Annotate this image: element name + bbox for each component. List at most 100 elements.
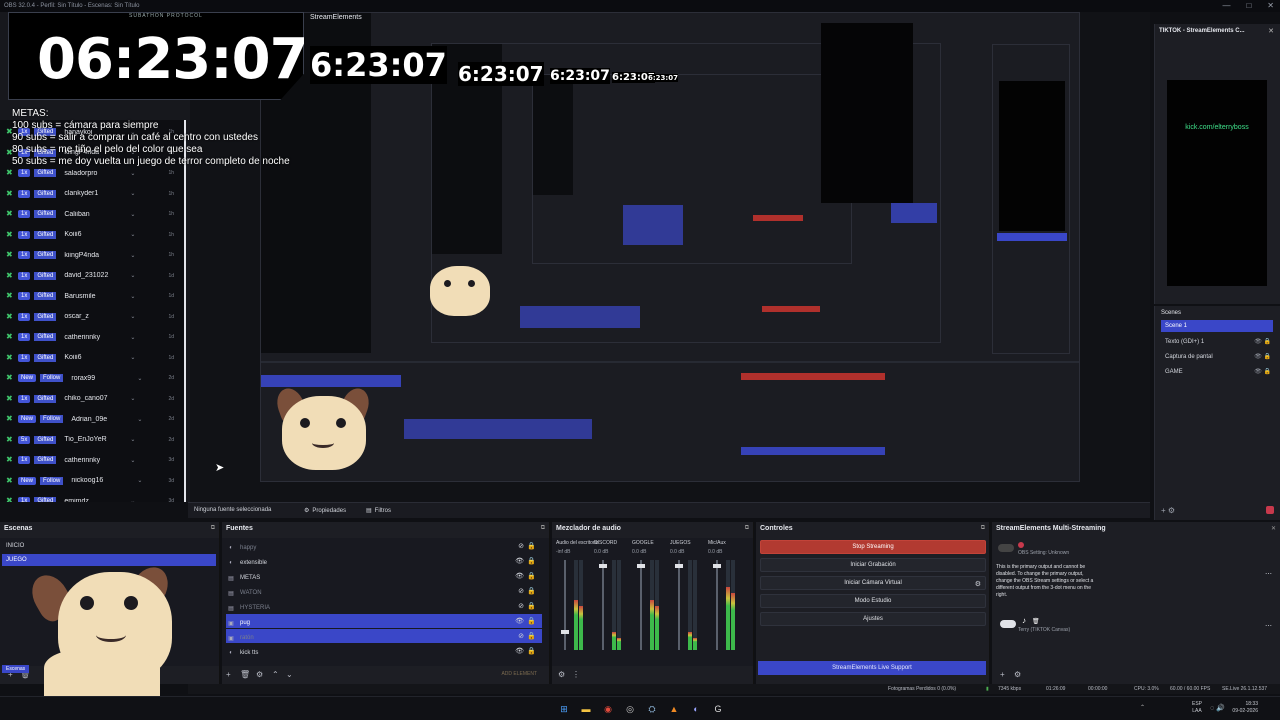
discord-icon[interactable]: ◐ bbox=[690, 703, 702, 715]
eye-icon[interactable]: ⊘ bbox=[518, 602, 524, 610]
add-icon[interactable]: + bbox=[1000, 670, 1005, 679]
kebab-menu-icon[interactable]: ⋯ bbox=[1265, 622, 1272, 630]
chevron-down-icon[interactable]: ⌄ bbox=[130, 190, 150, 197]
chevron-down-icon[interactable]: ⌄ bbox=[130, 395, 150, 402]
eye-icon[interactable]: ⊘ bbox=[518, 542, 524, 550]
eye-icon[interactable]: ⊘ bbox=[518, 632, 524, 640]
stop-streaming-button[interactable]: Stop Streaming bbox=[760, 540, 986, 554]
tray-chevron-icon[interactable]: ⌃ bbox=[1140, 704, 1145, 711]
event-row[interactable]: ✖ 1x Gifted Koiii6 ⌄ 1h bbox=[0, 225, 184, 245]
tiktok-canvas[interactable]: kick.com/elterryboss bbox=[1167, 80, 1267, 286]
volume-fader[interactable] bbox=[675, 560, 683, 650]
mixer-channel[interactable]: Audio del escritorio-inf dB🔈⋮ bbox=[556, 538, 599, 674]
move-down-icon[interactable]: ⌄ bbox=[286, 670, 293, 679]
sources-list[interactable]: ◐ happy ⊘ 🔒 ◐ extensible 👁 🔒 ▤ METAS 👁 🔒 ▤ WATON ⊘ 🔒 ▤ HY… bbox=[222, 538, 549, 666]
tiktok-dock[interactable]: TIKTOK - StreamElements C... ✕ kick.com/… bbox=[1154, 24, 1280, 304]
lock-icon[interactable]: 🔒 bbox=[527, 647, 536, 655]
event-row[interactable]: ✖ New Follow rorax99 ⌄ 2d bbox=[0, 368, 184, 388]
network-volume-icons[interactable]: ◌ 🔊 bbox=[1210, 704, 1225, 712]
tab-escenas[interactable]: Escenas bbox=[2, 665, 30, 673]
mini-source-item[interactable]: Captura de pantal 👁 🔒 bbox=[1161, 351, 1273, 363]
volume-fader[interactable] bbox=[637, 560, 645, 650]
source-item[interactable]: ◐ happy ⊘ 🔒 bbox=[226, 539, 542, 553]
start-recording-button[interactable]: Iniciar Grabación bbox=[760, 558, 986, 572]
multistreaming-dock[interactable]: StreamElements Multi-Streaming ✕ OBS Set… bbox=[992, 522, 1280, 684]
event-row[interactable]: ✖ New Follow nickoog16 ⌄ 3d bbox=[0, 471, 184, 491]
steam-icon[interactable]: ⛭ bbox=[646, 703, 658, 715]
source-item[interactable]: ◐ extensible 👁 🔒 bbox=[226, 554, 542, 568]
preview-canvas[interactable] bbox=[190, 12, 1150, 502]
volume-fader[interactable] bbox=[599, 560, 607, 650]
chevron-down-icon[interactable]: ⌄ bbox=[130, 231, 150, 238]
dock-close-icon[interactable]: ⧉ bbox=[541, 525, 545, 532]
event-row[interactable]: ✖ 1x Gifted kiingP4nda ⌄ 1h bbox=[0, 245, 184, 265]
eye-icon[interactable]: 👁 bbox=[515, 572, 524, 580]
windows-start-icon[interactable]: ⊞ bbox=[558, 703, 570, 715]
eye-lock-icon[interactable]: 👁 🔒 bbox=[1254, 368, 1271, 375]
lock-icon[interactable]: 🔒 bbox=[527, 572, 536, 580]
scene-item-juego[interactable]: JUEGO bbox=[2, 554, 216, 566]
mixer-channel[interactable]: JUEGOS0.0 dB🔈⋮ bbox=[670, 538, 706, 674]
lock-icon[interactable]: 🔒 bbox=[527, 557, 536, 565]
chevron-down-icon[interactable]: ⌄ bbox=[137, 416, 157, 423]
add-gear-icons[interactable]: + ⚙ bbox=[1161, 506, 1175, 515]
event-row[interactable]: ✖ 1x Gifted chiko_cano07 ⌄ 2d bbox=[0, 389, 184, 409]
lock-icon[interactable]: 🔒 bbox=[527, 617, 536, 625]
kebab-menu-icon[interactable]: ⋯ bbox=[1265, 570, 1272, 578]
chevron-down-icon[interactable]: ⌄ bbox=[130, 334, 150, 341]
streamelements-activity-feed[interactable]: ✖ 1x Gifted hanaykoi ⌄ 1h ✖ 1x Gifted kiingP4nda ⌄… bbox=[0, 120, 186, 502]
eye-lock-icon[interactable]: 👁 🔒 bbox=[1254, 338, 1271, 345]
event-row[interactable]: ✖ 1x Gifted clankyder1 ⌄ 1h bbox=[0, 184, 184, 204]
chevron-down-icon[interactable]: ⌄ bbox=[130, 293, 150, 300]
source-item[interactable]: ▣ ratón ⊘ 🔒 bbox=[226, 629, 542, 643]
event-row[interactable]: ✖ 1x Gifted emimdz ⌄ 3d bbox=[0, 491, 184, 502]
chevron-down-icon[interactable]: ⌄ bbox=[137, 375, 157, 382]
controls-dock[interactable]: Controles ⧉ Stop Streaming Iniciar Graba… bbox=[756, 522, 990, 684]
audio-mixer-dock[interactable]: Mezclador de audio ⧉ Audio del escritori… bbox=[552, 522, 754, 684]
chevron-down-icon[interactable]: ⌄ bbox=[130, 313, 150, 320]
gear-icon[interactable]: ⚙ bbox=[1014, 670, 1021, 679]
properties-button[interactable]: ⚙ Propiedades bbox=[304, 507, 346, 515]
settings-button[interactable]: Ajustes bbox=[760, 612, 986, 626]
se-live-support-button[interactable]: StreamElements Live Support bbox=[758, 661, 986, 675]
lock-icon[interactable]: 🔒 bbox=[527, 632, 536, 640]
lock-icon[interactable]: 🔒 bbox=[527, 602, 536, 610]
language-indicator[interactable]: ESP LAA bbox=[1192, 701, 1202, 715]
mixer-channels[interactable]: Audio del escritorio-inf dB🔈⋮DISCORD0.0 … bbox=[552, 538, 753, 674]
dock-close-icon[interactable]: ⧉ bbox=[745, 525, 749, 532]
chevron-down-icon[interactable]: ⌄ bbox=[130, 436, 150, 443]
file-explorer-icon[interactable]: ▬ bbox=[580, 703, 592, 715]
event-row[interactable]: ✖ 1x Gifted Koiii6 ⌄ 1d bbox=[0, 348, 184, 368]
gear-icon[interactable]: ⚙ bbox=[256, 670, 263, 679]
studio-mode-button[interactable]: Modo Estudio bbox=[760, 594, 986, 608]
maximize-button[interactable]: □ bbox=[1246, 1, 1251, 10]
sources-dock[interactable]: Fuentes ⧉ ◐ happy ⊘ 🔒 ◐ extensible 👁 🔒 ▤ METAS 👁 🔒 ▤… bbox=[222, 522, 550, 684]
source-item[interactable]: ▤ HYSTERIA ⊘ 🔒 bbox=[226, 599, 542, 613]
toggle-switch[interactable] bbox=[998, 544, 1014, 552]
close-icon[interactable]: ✕ bbox=[1271, 525, 1276, 532]
virtual-camera-button[interactable]: Iniciar Cámara Virtual ⚙ bbox=[760, 576, 986, 590]
mini-source-item[interactable]: GAME 👁 🔒 bbox=[1161, 366, 1273, 378]
event-row[interactable]: ✖ 1x Gifted Caliiban ⌄ 1h bbox=[0, 204, 184, 224]
chevron-down-icon[interactable]: ⌄ bbox=[130, 211, 150, 218]
scene-item-inicio[interactable]: INICIO bbox=[2, 540, 216, 552]
chevron-down-icon[interactable]: ⌄ bbox=[130, 457, 150, 464]
minimize-button[interactable]: — bbox=[1222, 1, 1230, 10]
lock-icon[interactable]: 🔒 bbox=[527, 587, 536, 595]
record-icon[interactable] bbox=[1266, 506, 1274, 514]
mixer-channel[interactable]: GOOGLE0.0 dB🔈⋮ bbox=[632, 538, 668, 674]
event-row[interactable]: ✖ 1x Gifted david_231022 ⌄ 1d bbox=[0, 266, 184, 286]
clock[interactable]: 18:33 09-02-2026 bbox=[1232, 701, 1258, 715]
event-row[interactable]: ✖ 1x Gifted oscar_z ⌄ 1d bbox=[0, 307, 184, 327]
trash-icon[interactable]: 🗑 bbox=[240, 670, 250, 679]
mixer-channel[interactable]: Mic/Aux0.0 dB🔈⋮ bbox=[708, 538, 744, 674]
close-icon[interactable]: ✕ bbox=[1268, 27, 1274, 35]
volume-fader[interactable] bbox=[561, 560, 569, 650]
dock-close-icon[interactable]: ⧉ bbox=[981, 525, 985, 532]
chevron-down-icon[interactable]: ⌄ bbox=[130, 272, 150, 279]
eye-icon[interactable]: ⊘ bbox=[518, 587, 524, 595]
close-button[interactable]: ✕ bbox=[1267, 1, 1274, 10]
volume-fader[interactable] bbox=[713, 560, 721, 650]
event-row[interactable]: ✖ 1x Gifted Barusmile ⌄ 1d bbox=[0, 286, 184, 306]
tiktok-scenes-panel[interactable]: Scenes Scene 1 Texto (GDI+) 1 👁 🔒 Captura… bbox=[1154, 306, 1280, 520]
